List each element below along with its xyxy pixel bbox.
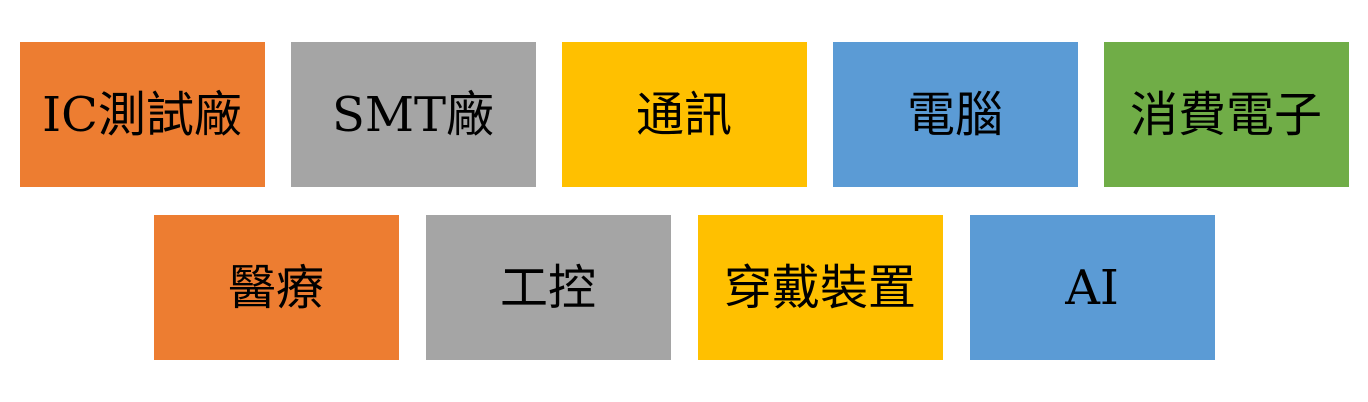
tile-row-1: IC測試廠 SMT廠 通訊 電腦 消費電子 — [0, 42, 1368, 187]
tile-industrial-control: 工控 — [425, 215, 671, 360]
tile-consumer-electronics: 消費電子 — [1103, 42, 1349, 187]
tile-communication: 通訊 — [561, 42, 807, 187]
tile-ic-test-fab: IC測試廠 — [19, 42, 265, 187]
tile-wearable-devices: 穿戴裝置 — [697, 215, 943, 360]
tile-row-2: 醫療 工控 穿戴裝置 AI — [0, 215, 1368, 360]
tile-smt-fab: SMT廠 — [290, 42, 536, 187]
tile-ai: AI — [969, 215, 1215, 360]
tile-computer: 電腦 — [832, 42, 1078, 187]
tile-medical: 醫療 — [153, 215, 399, 360]
